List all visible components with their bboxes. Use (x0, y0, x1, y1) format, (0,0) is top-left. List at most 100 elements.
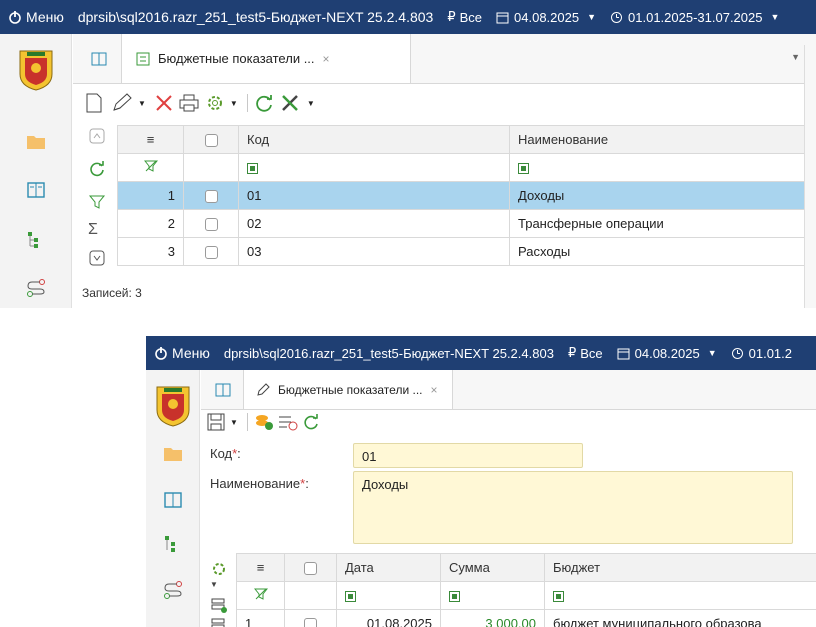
column-header-sum[interactable]: Сумма (440, 553, 545, 582)
scroll-down-icon[interactable] (88, 249, 106, 267)
period-selector[interactable]: 01.01.2025-31.07.2025 ▼ (610, 10, 779, 25)
cell-code[interactable]: 02 (238, 209, 510, 238)
chevron-down-icon[interactable]: ▼ (307, 99, 315, 108)
route-icon[interactable] (163, 580, 183, 600)
select-all-checkbox[interactable] (284, 553, 337, 582)
tools-icon[interactable] (279, 92, 303, 114)
row-checkbox[interactable] (183, 181, 239, 210)
column-menu[interactable]: ≡ (117, 125, 184, 154)
close-icon[interactable]: × (431, 383, 438, 397)
db-path: dprsib\sql2016.razr_251_test5 (77, 9, 267, 25)
report-icon[interactable] (26, 180, 46, 200)
add-row-icon[interactable] (210, 596, 228, 614)
new-icon[interactable] (84, 92, 104, 114)
filter-clear-icon[interactable] (236, 581, 285, 610)
sum-icon[interactable]: Σ (88, 221, 106, 239)
sidebar (0, 34, 72, 308)
delete-icon[interactable] (154, 93, 174, 113)
chevron-down-icon[interactable]: ▼ (791, 52, 800, 62)
filter-icon[interactable] (88, 193, 106, 211)
clock-icon (731, 347, 743, 359)
filter-sum[interactable] (440, 581, 545, 610)
report-icon[interactable] (91, 51, 107, 67)
report-icon[interactable] (163, 490, 183, 510)
filter-code[interactable] (238, 153, 510, 182)
tree-icon[interactable] (163, 534, 183, 554)
refresh-icon[interactable] (88, 159, 106, 177)
cell-name[interactable]: Расходы (509, 237, 805, 266)
refresh-icon[interactable] (253, 92, 275, 114)
folder-icon[interactable] (26, 132, 46, 152)
row-number: 1 (117, 181, 184, 210)
emblem-logo (156, 386, 190, 427)
budget-filter[interactable]: ₽ Все (447, 9, 482, 25)
cell-code[interactable]: 01 (238, 181, 510, 210)
period-selector[interactable]: 01.01.2 (731, 346, 792, 361)
date-selector[interactable]: 04.08.2025 ▼ (617, 346, 717, 361)
row-number: 2 (117, 209, 184, 238)
filter-date[interactable] (336, 581, 441, 610)
menu-button[interactable]: Меню (146, 345, 210, 361)
tab-strip: Бюджетные показатели ... × (201, 370, 816, 410)
filter-budget[interactable] (544, 581, 816, 610)
row-checkbox[interactable] (284, 609, 337, 627)
table-row[interactable]: 1 01.08.2025 3 000,00 бюджет муниципальн… (236, 609, 816, 627)
chevron-down-icon[interactable]: ▼ (138, 99, 146, 108)
row-number: 3 (117, 237, 184, 266)
save-icon[interactable] (206, 412, 226, 432)
filter-row (117, 153, 805, 182)
record-count: Записей: 3 (82, 286, 142, 300)
tab-budget-indicators[interactable]: Бюджетные показатели ... × (121, 34, 411, 83)
refresh-icon[interactable] (301, 412, 321, 432)
form-view-window: Меню dprsib\sql2016.razr_251_test5 - Бюд… (146, 336, 816, 627)
rows-icon[interactable] (210, 616, 228, 627)
app-version: Бюджет-NEXT 25.2.4.803 (270, 9, 434, 25)
column-header-code[interactable]: Код (238, 125, 510, 154)
coins-icon[interactable] (253, 412, 275, 432)
menu-label: Меню (26, 9, 64, 25)
settings-icon[interactable] (210, 560, 228, 578)
column-header-name[interactable]: Наименование (509, 125, 805, 154)
title-bar: Меню dprsib\sql2016.razr_251_test5 - Бюд… (146, 336, 816, 370)
list-toolbar: ▼ ▼ ▼ (84, 89, 319, 117)
column-menu[interactable]: ≡ (236, 553, 285, 582)
edit-icon[interactable] (110, 92, 134, 114)
window-title: dprsib\sql2016.razr_251_test5 - Бюджет-N… (77, 9, 434, 25)
chevron-down-icon[interactable]: ▼ (230, 99, 238, 108)
tree-icon[interactable] (26, 230, 46, 250)
check-list-icon[interactable] (277, 412, 299, 432)
name-field[interactable]: Доходы (353, 471, 793, 544)
row-checkbox[interactable] (183, 237, 239, 266)
report-icon[interactable] (215, 382, 231, 398)
cell-budget[interactable]: бюджет муниципального образова (544, 609, 816, 627)
tab-label: Бюджетные показатели ... (158, 51, 315, 66)
code-field[interactable]: 01 (353, 443, 583, 468)
cell-date[interactable]: 01.08.2025 (336, 609, 441, 627)
cell-name[interactable]: Доходы (509, 181, 805, 210)
filter-name[interactable] (509, 153, 805, 182)
tab-budget-indicators[interactable]: Бюджетные показатели ... × (243, 370, 453, 409)
row-checkbox[interactable] (183, 209, 239, 238)
close-icon[interactable]: × (323, 52, 330, 66)
budget-filter[interactable]: ₽ Все (568, 345, 603, 361)
print-icon[interactable] (178, 93, 200, 113)
detail-grid: ≡ Дата Сумма Бюджет 1 01.08.2025 3 000,0… (236, 553, 816, 627)
column-header-date[interactable]: Дата (336, 553, 441, 582)
settings-icon[interactable] (204, 92, 226, 114)
list-icon (136, 52, 150, 65)
route-icon[interactable] (26, 278, 46, 298)
cell-code[interactable]: 03 (238, 237, 510, 266)
chevron-down-icon[interactable]: ▼ (230, 418, 238, 427)
date-selector[interactable]: 04.08.2025 ▼ (496, 10, 596, 25)
select-all-checkbox[interactable] (183, 125, 239, 154)
cell-name[interactable]: Трансферные операции (509, 209, 805, 238)
table-row[interactable]: 2 02 Трансферные операции (117, 209, 805, 238)
table-row[interactable]: 1 01 Доходы (117, 181, 805, 210)
cell-sum[interactable]: 3 000,00 (440, 609, 545, 627)
scroll-up-icon[interactable] (88, 127, 106, 145)
filter-clear-icon[interactable] (117, 153, 184, 182)
table-row[interactable]: 3 03 Расходы (117, 237, 805, 266)
column-header-budget[interactable]: Бюджет (544, 553, 816, 582)
folder-icon[interactable] (163, 444, 183, 464)
menu-button[interactable]: Меню (0, 9, 64, 25)
